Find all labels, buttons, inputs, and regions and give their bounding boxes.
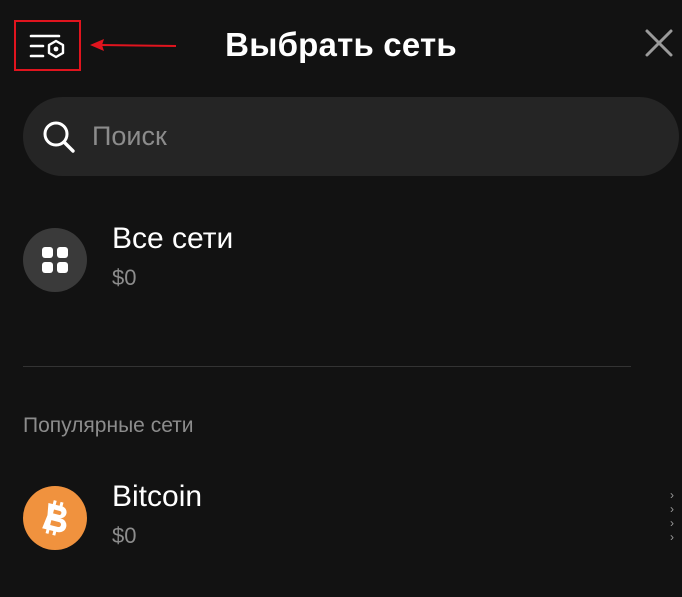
- network-name: Bitcoin: [112, 480, 203, 513]
- search-bar[interactable]: [23, 97, 679, 176]
- search-icon: [42, 120, 76, 154]
- close-icon: [645, 29, 673, 57]
- scroll-edge: › › › ›: [670, 488, 674, 544]
- search-input[interactable]: [92, 116, 679, 157]
- section-label-popular: Популярные сети: [23, 414, 194, 437]
- network-item-bitcoin[interactable]: Bitcoin $0: [23, 480, 663, 552]
- divider: [23, 366, 631, 367]
- network-balance: $0: [112, 265, 137, 290]
- page-title: Выбрать сеть: [225, 26, 457, 63]
- close-button[interactable]: [640, 24, 678, 62]
- all-networks-item[interactable]: Все сети $0: [23, 222, 663, 294]
- network-balance: $0: [112, 523, 137, 548]
- grid-icon: [23, 228, 87, 292]
- network-name: Все сети: [112, 222, 234, 255]
- bitcoin-icon: [23, 486, 87, 550]
